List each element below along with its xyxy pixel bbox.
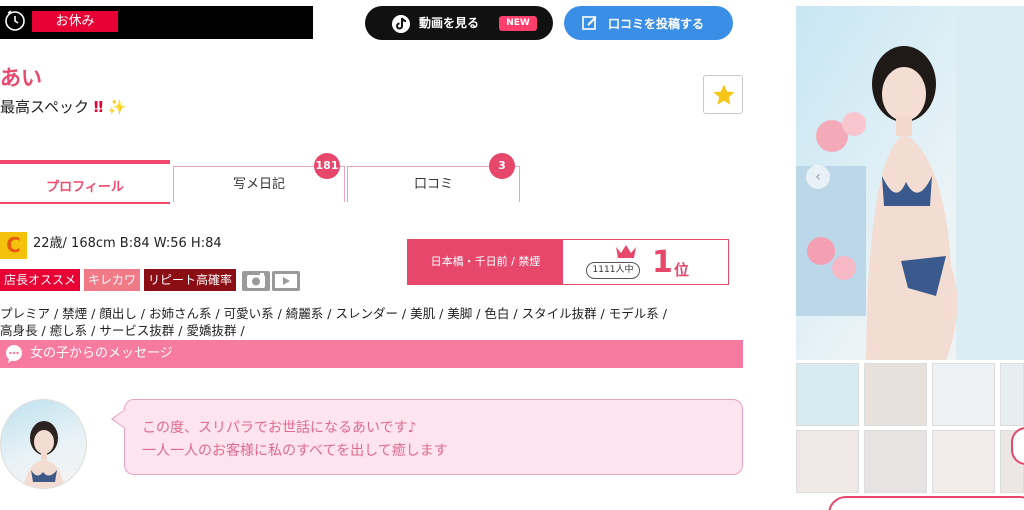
video-icon [272, 271, 300, 291]
star-icon [713, 84, 735, 105]
message-line-1: この度、スリパラでお世話になるあいです♪ [142, 420, 417, 436]
status-bar: お休み [0, 6, 313, 39]
media-icons [242, 271, 300, 291]
sparkle-icon: ✨ [107, 98, 127, 116]
clock-icon [5, 10, 25, 31]
watch-video-button[interactable]: 動画を見る NEW [365, 6, 553, 40]
photo-diary-count-badge: 181 [314, 153, 340, 179]
message-line-2: 一人一人のお客様に私のすべてを出して癒します [142, 443, 448, 459]
favorite-button[interactable] [703, 75, 743, 114]
chevron-left-icon[interactable]: ‹ [806, 165, 830, 189]
post-review-label: 口コミを投稿する [608, 17, 705, 31]
thumbnail-2[interactable] [864, 363, 927, 426]
ranking-number: 1 [652, 245, 673, 280]
chat-icon [6, 345, 22, 363]
tag-kirekawa: キレカワ [84, 269, 141, 291]
ranking-box[interactable]: 日本橋・千日前 / 禁煙 1111人中 1 位 [407, 239, 729, 285]
thumbnail-1[interactable] [796, 363, 859, 426]
crown-icon [616, 245, 636, 258]
main-photo[interactable] [796, 6, 1024, 360]
cast-name: あい [0, 66, 42, 90]
message-header: 女の子からのメッセージ [0, 340, 743, 368]
thumbnail-6[interactable] [864, 430, 927, 493]
ranking-count: 1111人中 [586, 262, 640, 279]
tag-manager-recommend: 店長オススメ [0, 269, 81, 291]
ranking-unit: 位 [674, 261, 690, 279]
type-tags: プレミア / 禁煙 / 顔出し / お姉さん系 / 可愛い系 / 綺麗系 / ス… [0, 305, 720, 339]
reviews-count-badge: 3 [489, 153, 515, 179]
class-badge: C [0, 232, 27, 259]
tab-profile[interactable]: プロフィール [0, 160, 170, 204]
tag-repeat-rate: リピート高確率 [144, 269, 237, 291]
watch-video-label: 動画を見る [419, 16, 480, 30]
ranking-area: 日本橋・千日前 / 禁煙 [408, 240, 563, 284]
message-bubble [124, 399, 743, 475]
thumbnail-3[interactable] [932, 363, 995, 426]
bottom-action-button[interactable] [828, 496, 1024, 510]
type-tags-line1: プレミア / 禁煙 / 顔出し / お姉さん系 / 可愛い系 / 綺麗系 / ス… [0, 306, 667, 321]
avatar [0, 399, 87, 489]
post-review-button[interactable]: 口コミを投稿する [564, 6, 733, 40]
camera-icon [242, 271, 270, 291]
tiktok-icon [392, 15, 410, 33]
status-badge: お休み [32, 11, 118, 32]
feature-tags: 店長オススメ キレカワ リピート高確率 [0, 269, 237, 291]
bubble-tail-inner [113, 410, 125, 428]
thumbnail-7[interactable] [932, 430, 995, 493]
thumbnail-5[interactable] [796, 430, 859, 493]
type-tags-line2: 高身長 / 癒し系 / サービス抜群 / 愛嬌抜群 / [0, 323, 245, 338]
exclamation-icon: ‼ [93, 98, 104, 116]
thumbnail-4[interactable] [1000, 363, 1024, 426]
edit-icon [582, 16, 597, 30]
tab-active-indicator [0, 202, 170, 204]
message-header-label: 女の子からのメッセージ [30, 346, 173, 361]
new-badge: NEW [499, 16, 537, 31]
catchphrase: 最高スペック ‼ ✨ [0, 96, 127, 117]
body-stats: 22歳/ 168cm B:84 W:56 H:84 [33, 236, 222, 251]
catchphrase-text: 最高スペック [0, 98, 89, 116]
